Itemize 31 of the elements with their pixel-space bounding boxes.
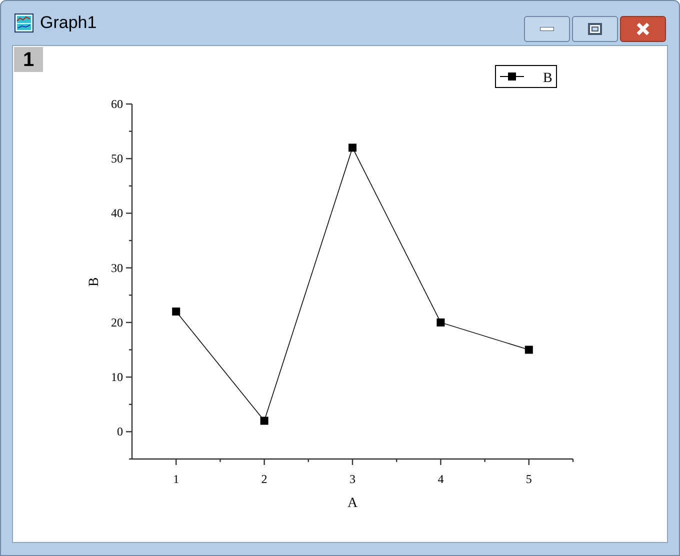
- data-point: [436, 318, 445, 326]
- maximize-icon: [588, 23, 602, 35]
- legend-label: B: [543, 71, 552, 86]
- legend-symbol: [500, 72, 524, 80]
- graph-window-icon: [14, 13, 34, 33]
- close-button[interactable]: [620, 16, 666, 42]
- tick-label: 5: [526, 472, 532, 486]
- maximize-button[interactable]: [572, 16, 618, 42]
- tick-label: 4: [438, 472, 444, 486]
- tick-label: 2: [261, 472, 268, 486]
- close-icon: [636, 22, 650, 36]
- tick-label: 50: [111, 152, 123, 166]
- data-point: [260, 416, 268, 425]
- tick-label: 1: [173, 472, 180, 486]
- y-axis-title: B: [87, 277, 102, 287]
- data-point: [524, 346, 533, 354]
- tick-label: 40: [111, 206, 123, 220]
- tick-label: 20: [111, 315, 123, 330]
- tick-label: 0: [117, 424, 123, 439]
- tick-label: 60: [111, 97, 123, 111]
- tick-label: 10: [111, 370, 123, 384]
- layer-number[interactable]: 1: [14, 47, 43, 72]
- window-title: Graph1: [40, 12, 97, 34]
- data-point: [348, 144, 356, 152]
- data-point: [172, 308, 180, 316]
- minimize-button[interactable]: [524, 16, 570, 42]
- tick-label: 30: [111, 260, 123, 275]
- minimize-icon: [540, 27, 554, 31]
- tick-label: 3: [350, 472, 356, 486]
- x-axis-title: A: [347, 496, 358, 511]
- legend-box: [495, 65, 557, 88]
